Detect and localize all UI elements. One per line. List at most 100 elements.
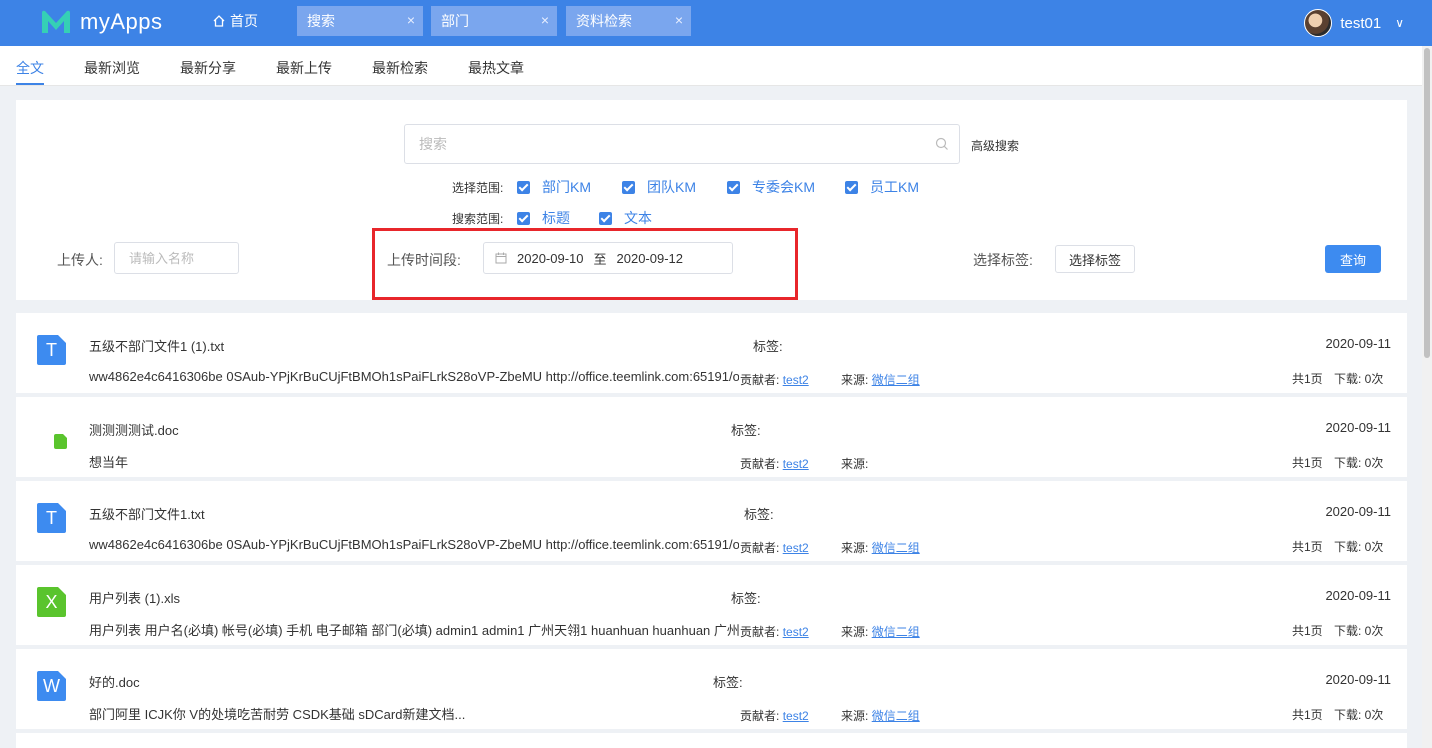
list-item[interactable]: W 好的.doc 标签: 2020-09-11 部门阿里 ICJK你 V的处境吃… (16, 649, 1407, 729)
tab-department[interactable]: 部门 × (431, 6, 557, 36)
uploader-field (114, 242, 239, 274)
scope-checkbox-employee-km[interactable]: 员工KM (845, 177, 919, 197)
checkbox-checked-icon (845, 181, 858, 194)
contributor-label: 贡献者: (740, 373, 779, 387)
home-icon (212, 14, 226, 28)
contributor-link[interactable]: test2 (783, 709, 809, 723)
search-input[interactable] (405, 125, 905, 163)
app-logo[interactable]: myApps (40, 6, 162, 38)
file-name[interactable]: 好的.doc (89, 672, 140, 691)
scope-checkbox-dept-km[interactable]: 部门KM (517, 177, 591, 197)
logo-m-icon (40, 9, 72, 35)
file-name[interactable]: 测测测测试.doc (89, 420, 179, 439)
user-name: test01 (1340, 15, 1381, 32)
uploader-input[interactable] (115, 243, 238, 273)
file-date: 2020-09-11 (1325, 588, 1391, 603)
home-link[interactable]: 首页 (212, 0, 258, 42)
file-summary: 用户列表 用户名(必填) 帐号(必填) 手机 电子邮箱 部门(必填) admin… (89, 620, 739, 639)
scrollbar-thumb[interactable] (1424, 48, 1430, 358)
home-label: 首页 (230, 11, 258, 31)
close-icon[interactable]: × (407, 12, 415, 28)
contributor-link[interactable]: test2 (783, 625, 809, 639)
range-checkbox-text[interactable]: 文本 (599, 208, 652, 228)
file-summary: 想当年 (89, 452, 739, 471)
checkbox-checked-icon (622, 181, 635, 194)
tab-label: 搜索 (307, 11, 335, 31)
sub-nav: 全文 最新浏览 最新分享 最新上传 最新检索 最热文章 (0, 46, 1422, 86)
select-tag-button[interactable]: 选择标签 (1055, 245, 1135, 273)
source-label: 来源: (841, 373, 868, 387)
file-name[interactable]: 五级不部门文件1 (1).txt (89, 336, 224, 355)
tab-label: 资料检索 (576, 11, 632, 31)
checkbox-label: 文本 (624, 208, 652, 228)
top-bar: myApps 首页 搜索 × 部门 × 资料检索 × test01 ∨ (0, 0, 1432, 46)
list-item[interactable]: 测测测测试.doc 标签: 2020-09-11 想当年 贡献者: test2 … (16, 397, 1407, 477)
page-count: 共1页 (1292, 538, 1323, 555)
source-link[interactable]: 微信二组 (872, 373, 920, 387)
page-count: 共1页 (1292, 454, 1323, 471)
checkbox-label: 部门KM (542, 177, 591, 197)
doc-file-icon (54, 434, 67, 449)
page-count: 共1页 (1292, 706, 1323, 723)
tab-label: 部门 (441, 11, 469, 31)
download-count: 下载: 0次 (1334, 370, 1383, 387)
file-date: 2020-09-11 (1325, 420, 1391, 435)
scope-checkbox-committee-km[interactable]: 专委会KM (727, 177, 815, 197)
user-menu[interactable]: test01 ∨ (1304, 7, 1404, 39)
contributor: 贡献者: test2 (740, 539, 809, 556)
close-icon[interactable]: × (675, 12, 683, 28)
file-name[interactable]: 五级不部门文件1.txt (89, 504, 205, 523)
contributor: 贡献者: test2 (740, 455, 809, 472)
source-link[interactable]: 微信二组 (872, 625, 920, 639)
range-checkbox-title[interactable]: 标题 (517, 208, 570, 228)
list-item[interactable]: X 用户列表 (1).xls 标签: 2020-09-11 用户列表 用户名(必… (16, 565, 1407, 645)
subnav-item-fulltext[interactable]: 全文 (16, 58, 44, 78)
contributor-label: 贡献者: (740, 457, 779, 471)
tag-label: 标签: (713, 672, 743, 691)
contributor: 贡献者: test2 (740, 371, 809, 388)
subnav-item-recent-searched[interactable]: 最新检索 (372, 58, 428, 78)
checkbox-checked-icon (517, 212, 530, 225)
search-icon[interactable] (935, 137, 949, 151)
uploader-label: 上传人: (57, 250, 103, 270)
search-box (404, 124, 960, 164)
subnav-item-recent-shared[interactable]: 最新分享 (180, 58, 236, 78)
excel-file-icon: X (37, 587, 66, 617)
search-range-label: 搜索范围: (452, 210, 503, 227)
contributor-link[interactable]: test2 (783, 541, 809, 555)
download-count: 下载: 0次 (1334, 538, 1383, 555)
subnav-item-hot-articles[interactable]: 最热文章 (468, 58, 524, 78)
subnav-item-recent-uploaded[interactable]: 最新上传 (276, 58, 332, 78)
select-tag-label: 选择标签: (973, 250, 1033, 270)
query-button[interactable]: 查询 (1325, 245, 1381, 273)
source-label: 来源: (841, 541, 868, 555)
contributor: 贡献者: test2 (740, 707, 809, 724)
file-name[interactable]: 用户列表 (1).xls (89, 588, 180, 607)
contributor-link[interactable]: test2 (783, 373, 809, 387)
source-link[interactable]: 微信二组 (872, 709, 920, 723)
checkbox-label: 标题 (542, 208, 570, 228)
advanced-search-link[interactable]: 高级搜索 (971, 137, 1019, 154)
avatar[interactable] (1304, 9, 1332, 37)
chevron-down-icon[interactable]: ∨ (1395, 16, 1404, 30)
list-item[interactable]: T 五级不部门文件1 (1).txt 标签: 2020-09-11 ww4862… (16, 313, 1407, 393)
tab-document-search[interactable]: 资料检索 × (566, 6, 691, 36)
source: 来源: 微信二组 (841, 539, 920, 556)
close-icon[interactable]: × (541, 12, 549, 28)
page-count: 共1页 (1292, 622, 1323, 639)
subnav-item-recent-viewed[interactable]: 最新浏览 (84, 58, 140, 78)
checkbox-label: 员工KM (870, 177, 919, 197)
contributor-link[interactable]: test2 (783, 457, 809, 471)
source-link[interactable]: 微信二组 (872, 541, 920, 555)
scope-checkbox-team-km[interactable]: 团队KM (622, 177, 696, 197)
tab-search[interactable]: 搜索 × (297, 6, 423, 36)
download-count: 下载: 0次 (1334, 706, 1383, 723)
source-label: 来源: (841, 457, 868, 471)
contributor-label: 贡献者: (740, 625, 779, 639)
source-label: 来源: (841, 709, 868, 723)
txt-file-icon: T (37, 335, 66, 365)
tag-label: 标签: (744, 504, 774, 523)
list-item[interactable] (16, 733, 1407, 748)
contributor-label: 贡献者: (740, 709, 779, 723)
list-item[interactable]: T 五级不部门文件1.txt 标签: 2020-09-11 ww4862e4c6… (16, 481, 1407, 561)
